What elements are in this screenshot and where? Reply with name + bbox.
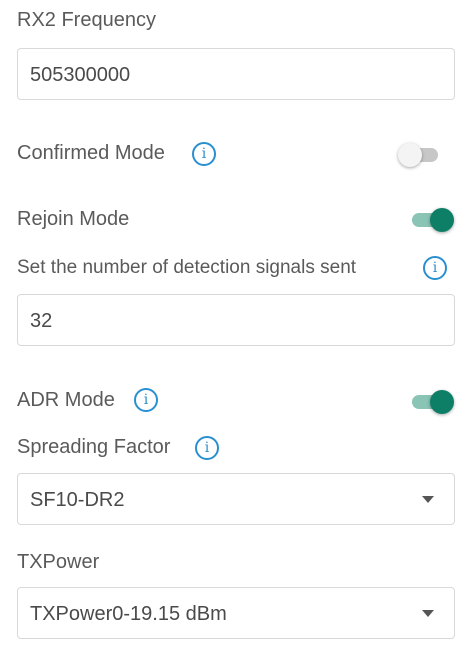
rejoin-mode-toggle[interactable] xyxy=(410,206,454,234)
detection-signals-value: 32 xyxy=(30,310,53,332)
adr-mode-info-icon[interactable]: i xyxy=(134,388,158,412)
confirmed-mode-label: Confirmed Mode xyxy=(17,142,165,164)
rx2-frequency-label: RX2 Frequency xyxy=(17,9,156,31)
rx2-frequency-value: 505300000 xyxy=(30,64,131,86)
spreading-factor-select[interactable]: SF10-DR2 xyxy=(17,473,455,525)
detection-signals-info-icon[interactable]: i xyxy=(423,256,447,280)
txpower-label: TXPower xyxy=(17,551,100,573)
spreading-factor-label: Spreading Factor xyxy=(17,436,171,458)
toggle-knob xyxy=(430,390,454,414)
chevron-down-icon xyxy=(422,496,434,503)
adr-mode-label: ADR Mode xyxy=(17,389,115,411)
detection-signals-label: Set the number of detection signals sent xyxy=(17,257,357,278)
confirmed-mode-info-icon[interactable]: i xyxy=(192,142,216,166)
toggle-knob xyxy=(398,143,422,167)
rx2-frequency-input[interactable]: 505300000 xyxy=(17,48,455,100)
detection-signals-input[interactable]: 32 xyxy=(17,294,455,346)
toggle-knob xyxy=(430,208,454,232)
spreading-factor-value: SF10-DR2 xyxy=(30,489,125,511)
rejoin-mode-label: Rejoin Mode xyxy=(17,208,130,230)
adr-mode-toggle[interactable] xyxy=(410,388,454,416)
chevron-down-icon xyxy=(422,610,434,617)
spreading-factor-info-icon[interactable]: i xyxy=(195,436,219,460)
confirmed-mode-toggle[interactable] xyxy=(398,141,442,169)
txpower-value: TXPower0-19.15 dBm xyxy=(30,603,227,625)
txpower-select[interactable]: TXPower0-19.15 dBm xyxy=(17,587,455,639)
